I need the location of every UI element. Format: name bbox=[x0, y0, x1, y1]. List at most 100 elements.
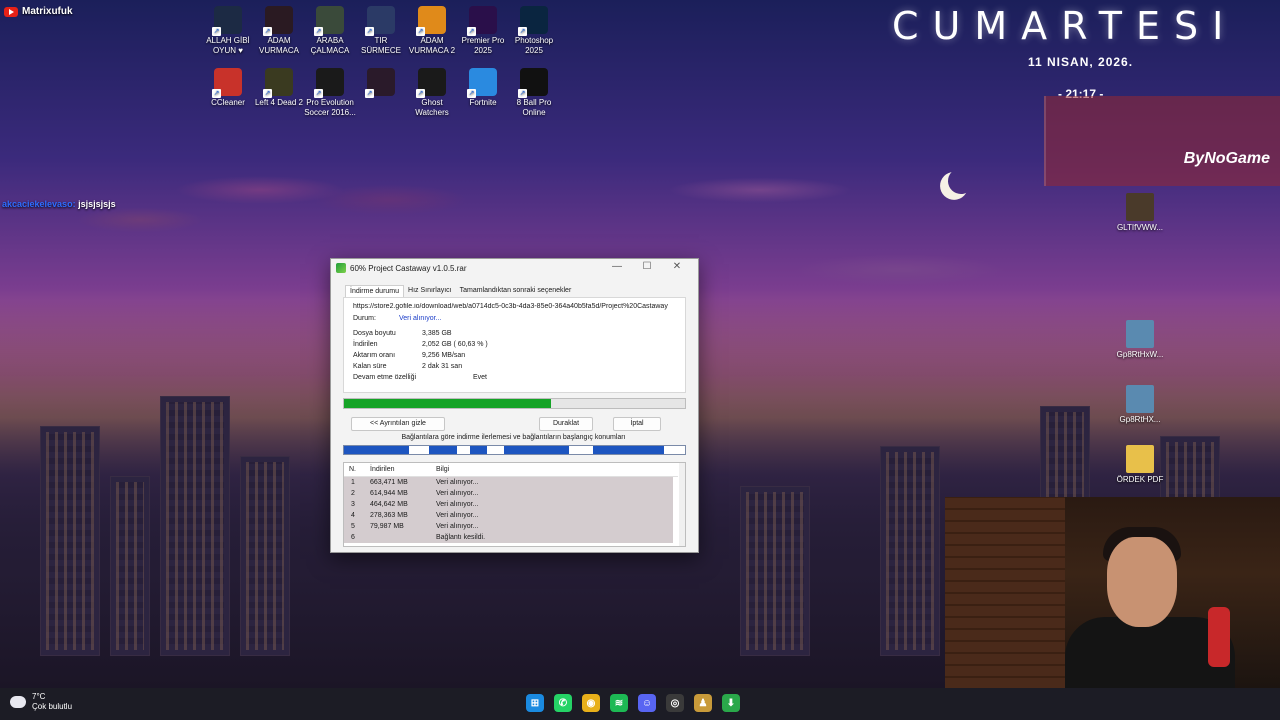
table-row[interactable]: 2 614,944 MB Veri alınıyor... bbox=[344, 488, 673, 499]
table-scrollbar[interactable] bbox=[679, 463, 685, 546]
downloaded-value: 2,052 GB ( 60,63 % ) bbox=[422, 341, 488, 348]
desktop-shortcut[interactable]: ↗ TIR SÜRMECE bbox=[355, 6, 407, 56]
desktop-shortcut[interactable]: ↗ bbox=[355, 68, 407, 98]
desktop-shortcut[interactable]: ↗ ARABA ÇALMACA bbox=[304, 6, 356, 56]
game-icon[interactable]: ♟ bbox=[694, 694, 712, 712]
segment bbox=[429, 446, 457, 454]
header-downloaded: İndirilen bbox=[370, 466, 395, 473]
desktop-file[interactable]: Gp8RtHxW... bbox=[1114, 320, 1166, 360]
tab-download-status[interactable]: İndirme durumu bbox=[345, 285, 405, 297]
header-n: N. bbox=[349, 466, 356, 473]
window-title: 60% Project Castaway v1.0.5.rar bbox=[350, 263, 467, 273]
shortcut-label: Fortnite bbox=[469, 98, 497, 107]
file-size-label: Dosya boyutu bbox=[353, 330, 396, 337]
shortcut-arrow-icon: ↗ bbox=[212, 27, 221, 36]
taskbar-apps: ⊞ ✆ ◉ ≋ ☺ ◎ ♟ ⬇ bbox=[526, 694, 740, 712]
chat-message: akcaciekelevaso: jsjsjsjsjs bbox=[2, 199, 116, 209]
file-thumbnail-icon bbox=[1126, 445, 1154, 473]
desktop-shortcut[interactable]: ↗ ADAM VURMACA 2 bbox=[406, 6, 458, 56]
shortcut-arrow-icon: ↗ bbox=[365, 89, 374, 98]
cloud-icon bbox=[10, 696, 26, 708]
file-label: Gp8RtHX... bbox=[1119, 415, 1161, 424]
cell-downloaded: 614,944 MB bbox=[370, 490, 408, 497]
table-row[interactable]: 4 278,363 MB Veri alınıyor... bbox=[344, 510, 673, 521]
desktop-file[interactable]: Gp8RtHX... bbox=[1114, 385, 1166, 425]
windows-start-icon[interactable]: ⊞ bbox=[526, 694, 544, 712]
desktop-file[interactable]: ÖRDEK PDF bbox=[1114, 445, 1166, 485]
table-row[interactable]: 6 Bağlantı kesildi. bbox=[344, 532, 673, 543]
cell-info: Veri alınıyor... bbox=[436, 523, 479, 530]
desktop-shortcut[interactable]: ↗ ADAM VURMACA bbox=[253, 6, 305, 56]
weather-temp: 7°C bbox=[32, 692, 46, 701]
shortcut-icon: ↗ bbox=[467, 68, 497, 98]
promo-banner: ByNoGame bbox=[1044, 96, 1280, 186]
table-row[interactable]: 5 79,987 MB Veri alınıyor... bbox=[344, 521, 673, 532]
desktop-shortcut[interactable]: ↗ Photoshop 2025 bbox=[508, 6, 560, 56]
cell-n: 4 bbox=[351, 512, 355, 519]
whatsapp-icon[interactable]: ✆ bbox=[554, 694, 572, 712]
segment bbox=[569, 446, 593, 454]
download-window[interactable]: 60% Project Castaway v1.0.5.rar — ☐ ✕ İn… bbox=[330, 258, 699, 553]
channel-name: Matrixufuk bbox=[22, 6, 73, 17]
desktop-shortcut[interactable]: ↗ Fortnite bbox=[457, 68, 509, 108]
building bbox=[740, 486, 810, 656]
table-header: N. İndirilen Bilgi bbox=[344, 463, 678, 477]
day-name: CUMARTESI bbox=[892, 4, 1238, 48]
maximize-icon[interactable]: ☐ bbox=[633, 261, 661, 272]
segment bbox=[504, 446, 569, 454]
tab-on-complete[interactable]: Tamamlandıktan sonraki seçenekler bbox=[456, 285, 576, 297]
desktop-shortcut[interactable]: ↗ ALLAH GİBİ OYUN ♥ bbox=[202, 6, 254, 56]
desktop-shortcut[interactable]: ↗ Pro Evolution Soccer 2016... bbox=[304, 68, 356, 118]
close-icon[interactable]: ✕ bbox=[663, 261, 691, 272]
desktop-shortcut[interactable]: ↗ Premier Pro 2025 bbox=[457, 6, 509, 56]
table-row[interactable]: 3 464,642 MB Veri alınıyor... bbox=[344, 499, 673, 510]
shortcut-arrow-icon: ↗ bbox=[263, 27, 272, 36]
connections-segment-bar bbox=[343, 445, 686, 455]
time-left-label: Kalan süre bbox=[353, 363, 387, 370]
shortcut-arrow-icon: ↗ bbox=[467, 89, 476, 98]
transfer-rate-value: 9,256 MB/san bbox=[422, 352, 466, 359]
file-label: GLTIfVWW... bbox=[1116, 223, 1164, 232]
segment bbox=[592, 446, 665, 454]
chat-username: akcaciekelevaso: bbox=[2, 199, 76, 209]
file-label: Gp8RtHxW... bbox=[1116, 350, 1164, 359]
progress-fill bbox=[344, 399, 551, 408]
youtube-channel-badge: Matrixufuk bbox=[4, 6, 73, 17]
desktop-shortcut[interactable]: ↗ Ghost Watchers bbox=[406, 68, 458, 118]
shortcut-arrow-icon: ↗ bbox=[314, 27, 323, 36]
shortcut-label: TIR SÜRMECE bbox=[360, 36, 401, 55]
shortcut-label: Left 4 Dead 2 bbox=[254, 98, 304, 107]
idm-icon[interactable]: ⬇ bbox=[722, 694, 740, 712]
desktop-shortcut[interactable]: ↗ 8 Ball Pro Online bbox=[508, 68, 560, 118]
downloaded-label: İndirilen bbox=[353, 341, 378, 348]
segment bbox=[470, 446, 488, 454]
shortcut-label: 8 Ball Pro Online bbox=[516, 98, 552, 117]
desktop-shortcut[interactable]: ↗ CCleaner bbox=[202, 68, 254, 108]
file-thumbnail-icon bbox=[1126, 385, 1154, 413]
transfer-rate-label: Aktarım oranı bbox=[353, 352, 396, 359]
connections-table: N. İndirilen Bilgi 1 663,471 MB Veri alını… bbox=[343, 462, 686, 547]
pause-button[interactable]: Duraklat bbox=[539, 417, 593, 431]
shortcut-icon: ↗ bbox=[314, 68, 344, 98]
download-url: https://store2.gofile.io/download/web/a0… bbox=[353, 303, 668, 310]
cell-downloaded: 663,471 MB bbox=[370, 479, 408, 486]
minimize-icon[interactable]: — bbox=[603, 261, 631, 272]
chrome-icon[interactable]: ◉ bbox=[582, 694, 600, 712]
file-thumbnail-icon bbox=[1126, 193, 1154, 221]
cell-info: Bağlantı kesildi. bbox=[436, 534, 486, 541]
resume-value: Evet bbox=[473, 374, 488, 381]
desktop-shortcut[interactable]: ↗ Left 4 Dead 2 bbox=[253, 68, 305, 108]
table-row[interactable]: 1 663,471 MB Veri alınıyor... bbox=[344, 477, 673, 488]
building bbox=[240, 456, 290, 656]
shortcut-icon: ↗ bbox=[263, 68, 293, 98]
cancel-button[interactable]: İptal bbox=[613, 417, 661, 431]
desktop-file[interactable]: GLTIfVWW... bbox=[1114, 193, 1166, 233]
hide-details-button[interactable]: << Ayrıntıları gizle bbox=[351, 417, 445, 431]
tab-speed-limiter[interactable]: Hız Sınırlayıcı bbox=[404, 285, 456, 297]
weather-widget[interactable]: 7°C Çok bulutlu bbox=[10, 692, 72, 712]
file-size-value: 3,385 GB bbox=[422, 330, 452, 337]
file-thumbnail-icon bbox=[1126, 320, 1154, 348]
spotify-icon[interactable]: ≋ bbox=[610, 694, 628, 712]
obs-icon[interactable]: ◎ bbox=[666, 694, 684, 712]
discord-icon[interactable]: ☺ bbox=[638, 694, 656, 712]
